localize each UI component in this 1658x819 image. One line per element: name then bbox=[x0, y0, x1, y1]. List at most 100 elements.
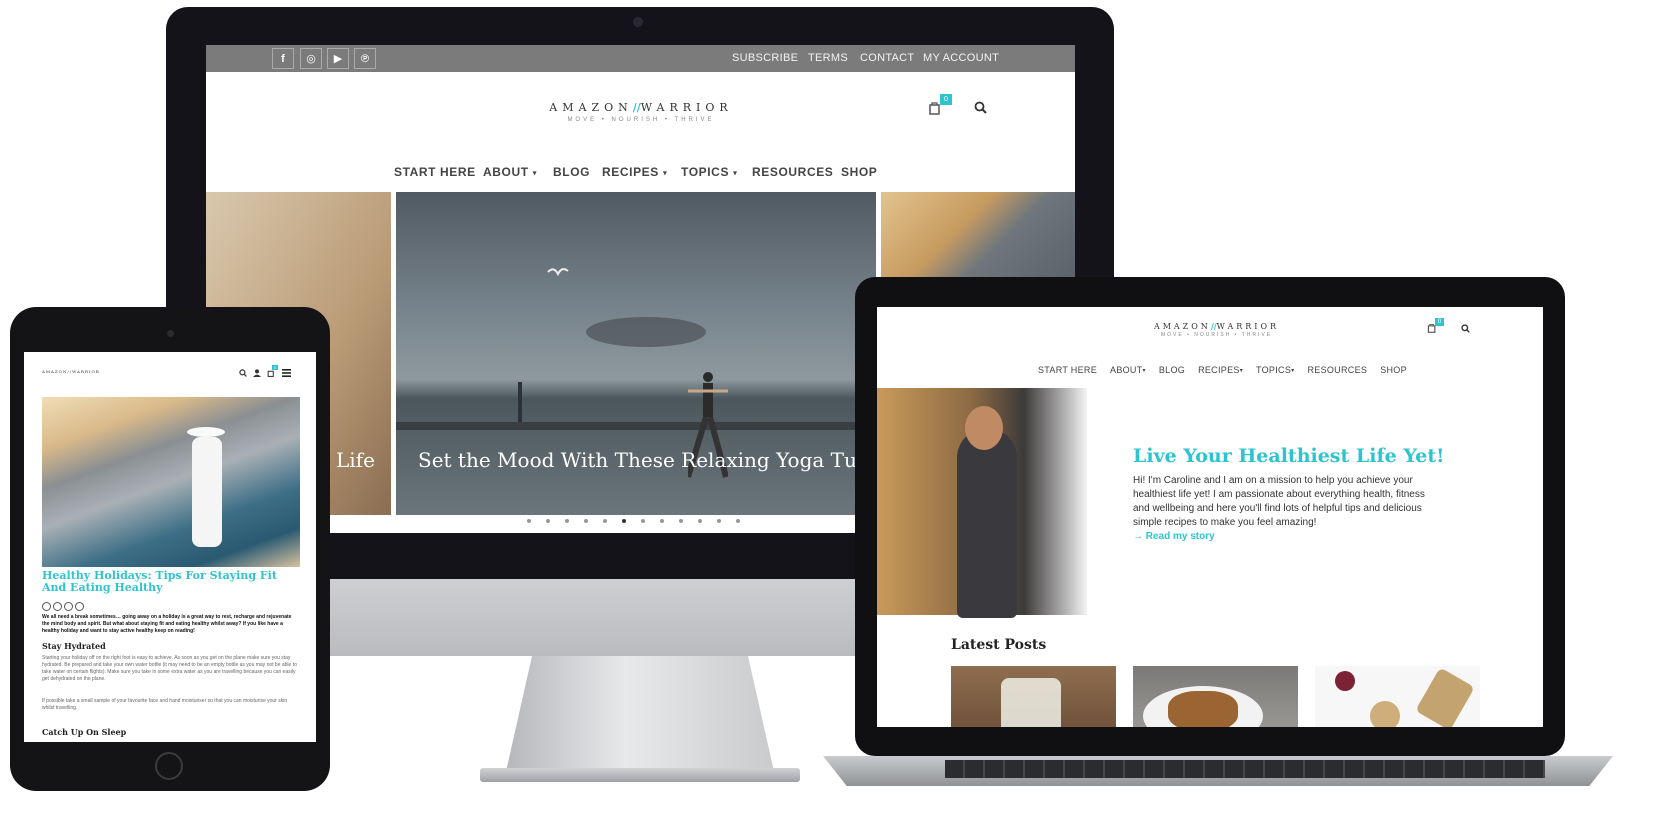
search-icon[interactable] bbox=[974, 101, 987, 119]
nav-about[interactable]: ABOUT ▾ bbox=[483, 165, 537, 179]
nav-topics-label: TOPICS bbox=[681, 165, 730, 179]
tablet-logo[interactable]: AMAZON//WARRIOR bbox=[42, 369, 100, 374]
hamburger-menu-icon[interactable] bbox=[282, 369, 291, 377]
nav-recipes[interactable]: RECIPES ▾ bbox=[602, 165, 667, 179]
nav-about-label: ABOUT bbox=[1110, 365, 1143, 375]
laptop-nav: START HERE ABOUT▾ BLOG RECIPES▾ TOPICS▾ … bbox=[1038, 365, 1407, 375]
slider-dot[interactable] bbox=[565, 519, 569, 523]
slide-previous-title[interactable]: Life bbox=[336, 448, 375, 472]
chevron-down-icon: ▾ bbox=[532, 168, 538, 178]
chevron-down-icon: ▾ bbox=[1142, 368, 1146, 375]
post-intro: We all need a break sometimes… going awa… bbox=[42, 614, 292, 634]
post-title[interactable]: Healthy Holidays: Tips For Staying Fit A… bbox=[42, 570, 292, 594]
slider-dot[interactable] bbox=[717, 519, 721, 523]
logo-word-right: WARRIOR bbox=[1216, 322, 1280, 331]
nuts-jar-shape bbox=[1415, 667, 1475, 727]
my-account-link[interactable]: MY ACCOUNT bbox=[923, 52, 999, 64]
cart-icon[interactable] bbox=[267, 369, 275, 377]
facebook-icon[interactable]: f bbox=[272, 48, 294, 69]
latest-post-thumbnail[interactable] bbox=[951, 666, 1116, 727]
nav-blog[interactable]: BLOG bbox=[553, 165, 590, 179]
desktop-logo[interactable]: AMAZON//WARRIOR MOVE • NOURISH • THRIVE bbox=[546, 101, 736, 123]
logo-slash: // bbox=[632, 101, 641, 114]
nav-about[interactable]: ABOUT▾ bbox=[1110, 365, 1146, 375]
ipad-camera bbox=[167, 330, 174, 337]
logo-tagline: MOVE • NOURISH • THRIVE bbox=[1160, 332, 1273, 338]
pinterest-share-icon[interactable] bbox=[75, 602, 84, 611]
woman-figure-shape bbox=[957, 428, 1017, 618]
hat-shape bbox=[187, 427, 225, 437]
ipad-home-button[interactable] bbox=[155, 752, 183, 780]
post-featured-image bbox=[42, 397, 300, 567]
youtube-icon[interactable]: ▶ bbox=[327, 48, 349, 69]
nav-start-here[interactable]: START HERE bbox=[1038, 365, 1097, 375]
laptop-logo[interactable]: AMAZON//WARRIOR MOVE • NOURISH • THRIVE bbox=[1149, 321, 1284, 338]
nav-recipes-label: RECIPES bbox=[1198, 365, 1240, 375]
nav-shop[interactable]: SHOP bbox=[1380, 365, 1407, 375]
nav-recipes-label: RECIPES bbox=[602, 165, 659, 179]
imac-camera bbox=[633, 17, 643, 27]
granola-shape bbox=[1370, 701, 1400, 727]
slider-dot[interactable] bbox=[679, 519, 683, 523]
slider-dot[interactable] bbox=[641, 519, 645, 523]
cookies-shape bbox=[1168, 691, 1238, 727]
facebook-share-icon[interactable] bbox=[53, 602, 62, 611]
user-icon[interactable] bbox=[253, 369, 261, 377]
chevron-down-icon: ▾ bbox=[662, 168, 668, 178]
search-icon[interactable] bbox=[239, 369, 247, 377]
slider-dot[interactable] bbox=[603, 519, 607, 523]
terms-link[interactable]: TERMS bbox=[808, 52, 848, 64]
slider-dot[interactable] bbox=[546, 519, 550, 523]
pinterest-icon[interactable]: ℗ bbox=[354, 48, 376, 69]
instagram-icon[interactable]: ◎ bbox=[300, 48, 322, 69]
slider-pagination bbox=[527, 519, 740, 523]
cart-count-badge: 0 bbox=[940, 94, 952, 105]
latest-posts-heading: Latest Posts bbox=[951, 637, 1047, 653]
pier-shape bbox=[396, 422, 876, 430]
slider-dot[interactable] bbox=[622, 519, 626, 523]
cloud-shape bbox=[586, 317, 706, 347]
nav-recipes[interactable]: RECIPES▾ bbox=[1198, 365, 1243, 375]
nav-topics-label: TOPICS bbox=[1256, 365, 1292, 375]
slider-dot[interactable] bbox=[698, 519, 702, 523]
contact-link[interactable]: CONTACT bbox=[860, 52, 914, 64]
cart-count-badge: 0 bbox=[1435, 318, 1444, 326]
laptop-screen: AMAZON//WARRIOR MOVE • NOURISH • THRIVE … bbox=[877, 307, 1543, 727]
slide-current-title[interactable]: Set the Mood With These Relaxing Yoga Tu… bbox=[418, 448, 876, 472]
subscribe-link[interactable]: SUBSCRIBE bbox=[732, 52, 798, 64]
slider-dot[interactable] bbox=[660, 519, 664, 523]
slider-dot[interactable] bbox=[736, 519, 740, 523]
nav-blog[interactable]: BLOG bbox=[1159, 365, 1185, 375]
nav-topics[interactable]: TOPICS ▾ bbox=[681, 165, 738, 179]
search-icon[interactable] bbox=[1461, 324, 1470, 333]
nav-resources[interactable]: RESOURCES bbox=[752, 165, 833, 179]
post-heading-catch-up-on-sleep: Catch Up On Sleep bbox=[42, 727, 127, 737]
twitter-share-icon[interactable] bbox=[64, 602, 73, 611]
logo-word-left: AMAZON bbox=[1153, 322, 1211, 331]
latest-post-thumbnail[interactable] bbox=[1315, 666, 1480, 727]
slider-dot[interactable] bbox=[584, 519, 588, 523]
woman-head-shape bbox=[965, 406, 1003, 450]
hero-title: Live Your Healthiest Life Yet! bbox=[1133, 445, 1445, 467]
desktop-topbar: f ◎ ▶ ℗ SUBSCRIBE TERMS CONTACT MY ACCOU… bbox=[206, 45, 1075, 72]
latest-post-thumbnail[interactable] bbox=[1133, 666, 1298, 727]
nav-shop[interactable]: SHOP bbox=[841, 165, 877, 179]
logo-tagline: MOVE • NOURISH • THRIVE bbox=[567, 117, 715, 123]
berries-shape bbox=[1335, 671, 1355, 691]
nav-start-here[interactable]: START HERE bbox=[394, 165, 476, 179]
chevron-down-icon: ▾ bbox=[1239, 368, 1243, 375]
nav-resources[interactable]: RESOURCES bbox=[1307, 365, 1367, 375]
tablet-screen: AMAZON//WARRIOR 0 Healthy Holidays: Tips… bbox=[24, 352, 316, 742]
logo-word-right: WARRIOR bbox=[640, 101, 733, 114]
read-my-story-link[interactable]: → Read my story bbox=[1133, 531, 1215, 542]
slider-dot[interactable] bbox=[527, 519, 531, 523]
email-share-icon[interactable] bbox=[42, 602, 51, 611]
jar-shape bbox=[1001, 678, 1061, 727]
slide-next-image[interactable] bbox=[881, 192, 1075, 282]
nav-topics[interactable]: TOPICS▾ bbox=[1256, 365, 1294, 375]
slide-current-image[interactable]: Set the Mood With These Relaxing Yoga Tu… bbox=[396, 192, 876, 515]
chevron-down-icon: ▾ bbox=[733, 168, 738, 178]
woman-figure-shape bbox=[192, 437, 222, 547]
hero-body: Hi! I'm Caroline and I am on a mission t… bbox=[1133, 475, 1425, 528]
imac-foot bbox=[480, 768, 800, 782]
